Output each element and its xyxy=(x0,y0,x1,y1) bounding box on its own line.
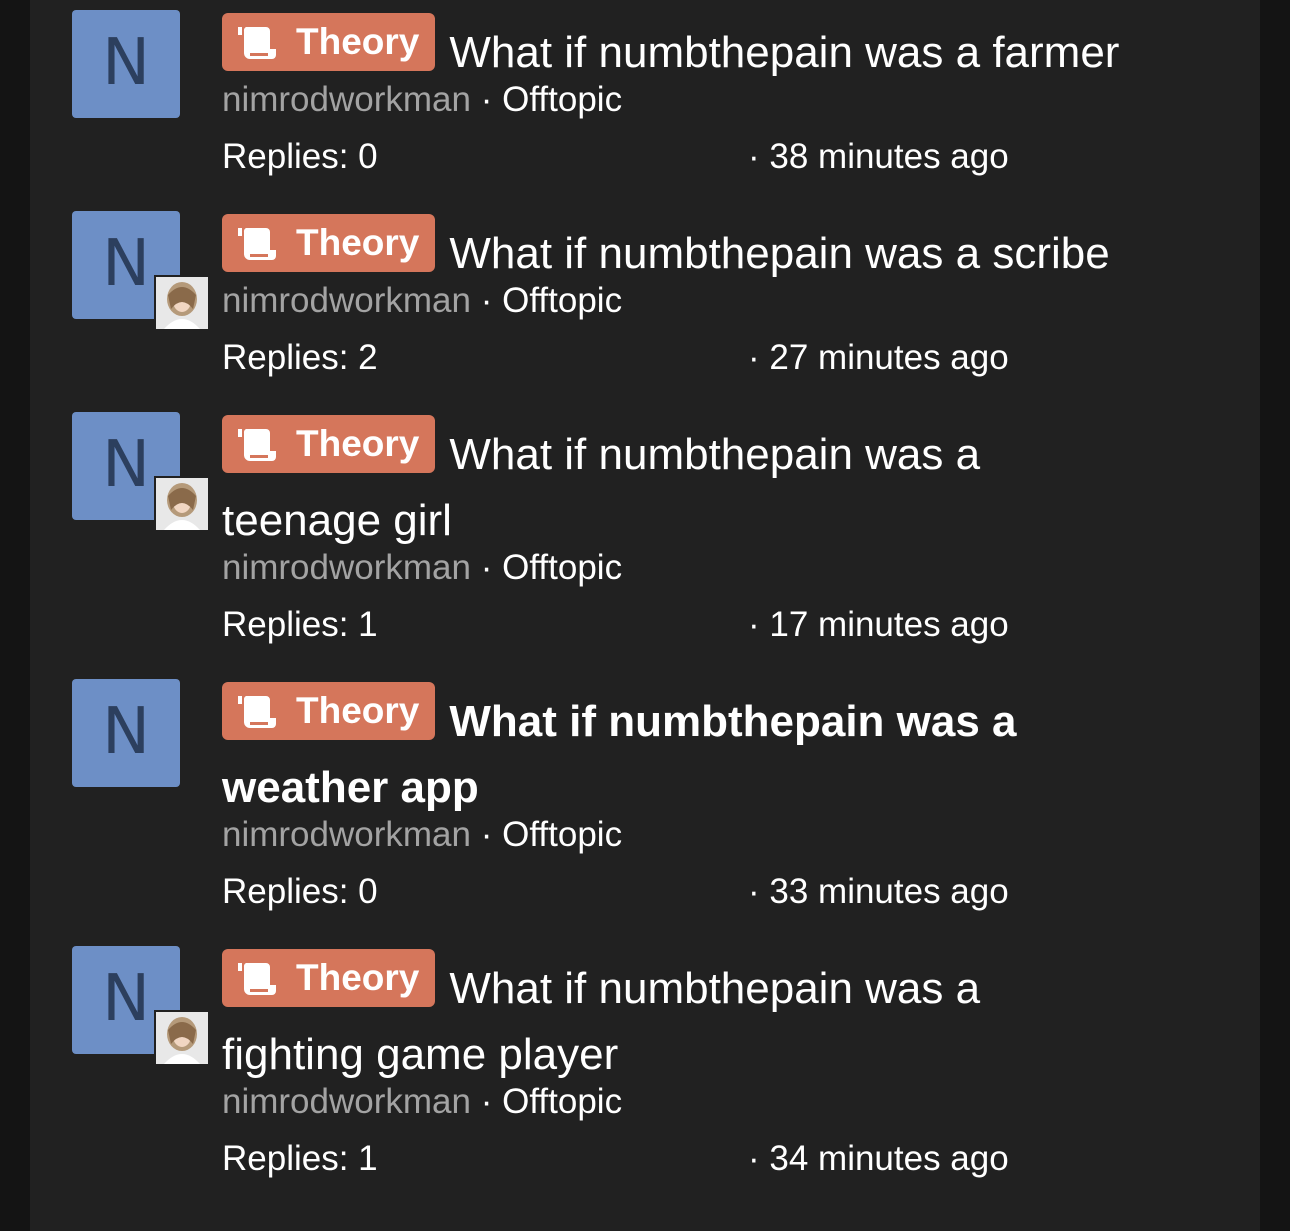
author-link[interactable]: nimrodworkman xyxy=(222,815,471,854)
author-avatar[interactable]: N xyxy=(72,679,180,787)
author-avatar[interactable]: N xyxy=(72,10,180,118)
meta-separator: · xyxy=(480,815,493,854)
prefix-label[interactable]: Theory xyxy=(222,949,436,1007)
avatar-letter: N xyxy=(102,695,150,769)
last-post-time[interactable]: · 38 minutes ago xyxy=(748,137,1009,177)
thread-title[interactable]: Theory What if numbthepain was a scribe xyxy=(222,214,1222,287)
title-line-1[interactable]: What if numbthepain was a xyxy=(449,697,1016,746)
scroll-icon xyxy=(234,958,282,998)
thread-meta: nimrodworkman · Offtopic xyxy=(222,548,622,588)
avatar-letter: N xyxy=(102,428,150,502)
scroll-icon xyxy=(234,22,282,62)
forum-link[interactable]: Offtopic xyxy=(502,548,622,587)
meta-separator: · xyxy=(480,281,493,320)
prefix-text: Theory xyxy=(296,21,420,62)
scroll-icon xyxy=(234,223,282,263)
prefix-label[interactable]: Theory xyxy=(222,682,436,740)
thread-list: N Theory What if numbthepain was a farmer… xyxy=(30,0,1260,1231)
author-link[interactable]: nimrodworkman xyxy=(222,548,471,587)
thread-meta: nimrodworkman · Offtopic xyxy=(222,1082,622,1122)
thread-meta: nimrodworkman · Offtopic xyxy=(222,80,622,120)
title-line-2[interactable]: weather app xyxy=(222,763,479,812)
title-line-2[interactable]: teenage girl xyxy=(222,496,452,545)
last-poster-avatar[interactable] xyxy=(154,1010,210,1066)
author-link[interactable]: nimrodworkman xyxy=(222,281,471,320)
thread-meta: nimrodworkman · Offtopic xyxy=(222,815,622,855)
last-post-time[interactable]: · 27 minutes ago xyxy=(748,338,1009,378)
reply-count: Replies: 2 xyxy=(222,338,378,377)
title-line-1[interactable]: What if numbthepain was a farmer xyxy=(449,28,1119,77)
scroll-icon xyxy=(234,424,282,464)
last-poster-avatar[interactable] xyxy=(154,275,210,331)
prefix-text: Theory xyxy=(296,957,420,998)
last-poster-avatar[interactable] xyxy=(154,476,210,532)
last-post-time[interactable]: · 17 minutes ago xyxy=(748,605,1009,645)
thread-title[interactable]: Theory What if numbthepain was a teenage g… xyxy=(222,415,1222,554)
forum-link[interactable]: Offtopic xyxy=(502,1082,622,1121)
avatar-letter: N xyxy=(102,26,150,100)
prefix-label[interactable]: Theory xyxy=(222,13,436,71)
last-post-time[interactable]: · 33 minutes ago xyxy=(748,872,1009,912)
author-link[interactable]: nimrodworkman xyxy=(222,1082,471,1121)
reply-count: Replies: 1 xyxy=(222,1139,378,1178)
title-line-1[interactable]: What if numbthepain was a scribe xyxy=(449,229,1109,278)
title-line-1[interactable]: What if numbthepain was a xyxy=(449,964,980,1013)
prefix-text: Theory xyxy=(296,222,420,263)
author-link[interactable]: nimrodworkman xyxy=(222,80,471,119)
reply-count: Replies: 1 xyxy=(222,605,378,644)
avatar-letter: N xyxy=(102,227,150,301)
prefix-label[interactable]: Theory xyxy=(222,415,436,473)
title-line-2[interactable]: fighting game player xyxy=(222,1030,618,1079)
meta-separator: · xyxy=(480,548,493,587)
reply-count: Replies: 0 xyxy=(222,137,378,176)
prefix-label[interactable]: Theory xyxy=(222,214,436,272)
thread-title[interactable]: Theory What if numbthepain was a fighting … xyxy=(222,949,1222,1088)
forum-link[interactable]: Offtopic xyxy=(502,281,622,320)
last-post-time[interactable]: · 34 minutes ago xyxy=(748,1139,1009,1179)
thread-title[interactable]: Theory What if numbthepain was a farmer xyxy=(222,13,1222,86)
reply-count: Replies: 0 xyxy=(222,872,378,911)
prefix-text: Theory xyxy=(296,423,420,464)
thread-meta: nimrodworkman · Offtopic xyxy=(222,281,622,321)
scroll-icon xyxy=(234,691,282,731)
avatar-letter: N xyxy=(102,962,150,1036)
title-line-1[interactable]: What if numbthepain was a xyxy=(449,430,980,479)
thread-title[interactable]: Theory What if numbthepain was a weather a… xyxy=(222,682,1222,821)
forum-link[interactable]: Offtopic xyxy=(502,815,622,854)
forum-link[interactable]: Offtopic xyxy=(502,80,622,119)
prefix-text: Theory xyxy=(296,690,420,731)
meta-separator: · xyxy=(480,1082,493,1121)
meta-separator: · xyxy=(480,80,493,119)
